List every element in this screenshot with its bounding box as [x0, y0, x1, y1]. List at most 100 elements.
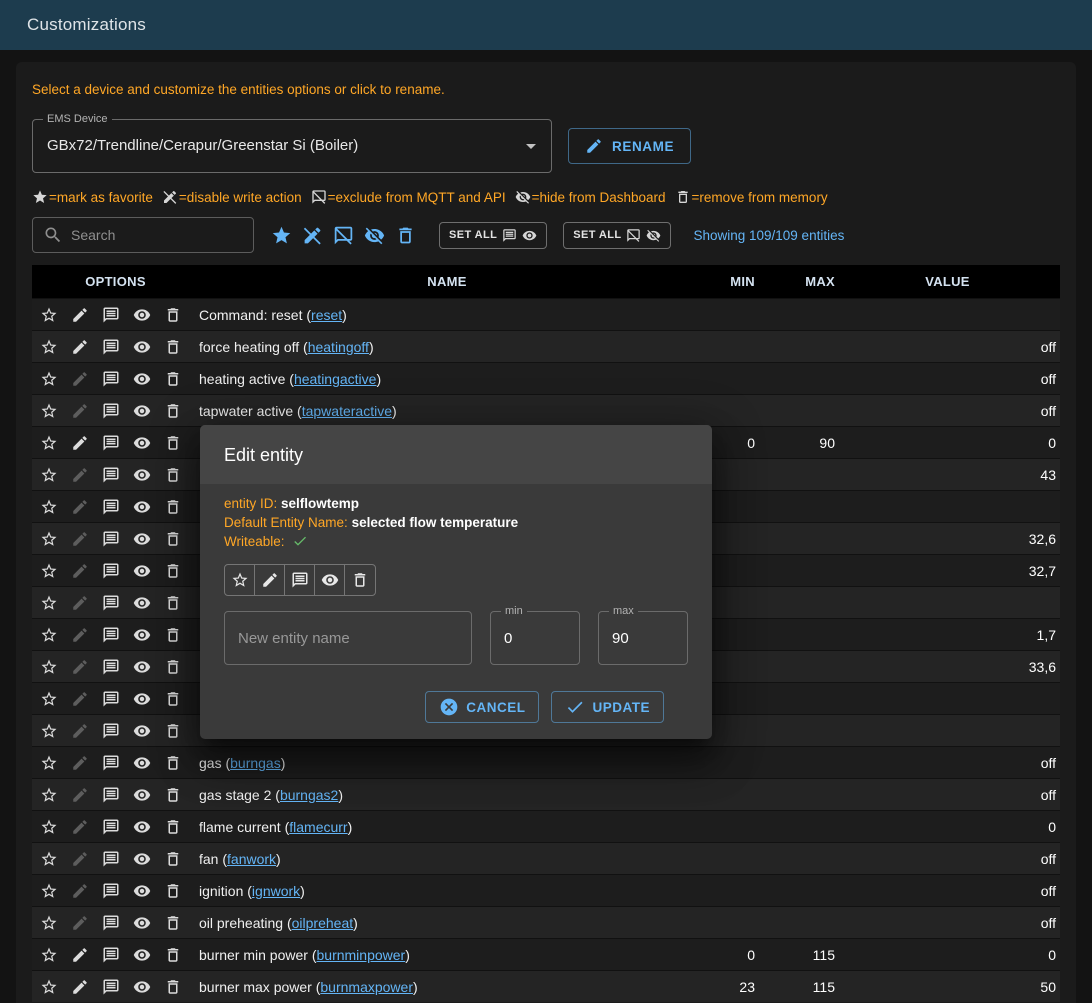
visibility-eye-icon[interactable]: [133, 402, 151, 420]
table-row[interactable]: force heating off (heatingoff) off: [32, 330, 1060, 362]
comment-icon[interactable]: [102, 978, 120, 996]
comment-icon[interactable]: [102, 690, 120, 708]
cancel-button[interactable]: CANCEL: [425, 691, 539, 723]
entity-shortname-link[interactable]: burngas2: [280, 787, 338, 803]
visibility-eye-icon[interactable]: [133, 306, 151, 324]
entity-shortname-link[interactable]: heatingactive: [294, 371, 377, 387]
delete-trash-icon[interactable]: [164, 306, 182, 324]
delete-trash-icon[interactable]: [164, 594, 182, 612]
delete-trash-icon[interactable]: [164, 370, 182, 388]
table-row[interactable]: tapwater active (tapwateractive) off: [32, 394, 1060, 426]
edit-pencil-icon[interactable]: [71, 562, 89, 580]
favorite-star-icon[interactable]: [40, 402, 58, 420]
delete-trash-icon[interactable]: [164, 658, 182, 676]
table-row[interactable]: gas stage 2 (burngas2) off: [32, 778, 1060, 810]
favorite-star-icon[interactable]: [40, 978, 58, 996]
visibility-eye-icon[interactable]: [133, 882, 151, 900]
visibility-eye-icon[interactable]: [133, 850, 151, 868]
edit-pencil-icon[interactable]: [71, 530, 89, 548]
comment-icon[interactable]: [102, 658, 120, 676]
comment-icon[interactable]: [102, 882, 120, 900]
entity-shortname-link[interactable]: heatingoff: [308, 339, 369, 355]
favorite-star-icon[interactable]: [40, 466, 58, 484]
delete-trash-icon[interactable]: [164, 818, 182, 836]
favorite-star-icon[interactable]: [40, 498, 58, 516]
delete-trash-icon[interactable]: [164, 786, 182, 804]
entity-shortname-link[interactable]: tapwateractive: [302, 403, 392, 419]
delete-trash-icon[interactable]: [164, 946, 182, 964]
visibility-eye-icon[interactable]: [133, 530, 151, 548]
delete-trash-icon[interactable]: [164, 498, 182, 516]
edit-pencil-icon[interactable]: [71, 370, 89, 388]
table-row[interactable]: flame current (flamecurr) 0: [32, 810, 1060, 842]
comment-icon[interactable]: [102, 754, 120, 772]
comment-icon[interactable]: [102, 818, 120, 836]
visibility-eye-icon[interactable]: [133, 754, 151, 772]
visibility-eye-icon[interactable]: [133, 626, 151, 644]
filter-eye-off-icon[interactable]: [359, 217, 390, 253]
rename-button[interactable]: RENAME: [568, 128, 691, 164]
favorite-star-icon[interactable]: [40, 690, 58, 708]
comment-icon[interactable]: [102, 850, 120, 868]
delete-trash-icon[interactable]: [164, 626, 182, 644]
favorite-star-icon[interactable]: [40, 338, 58, 356]
table-row[interactable]: oil preheating (oilpreheat) off: [32, 906, 1060, 938]
table-row[interactable]: fan (fanwork) off: [32, 842, 1060, 874]
toggle-delete-trash-icon[interactable]: [345, 565, 375, 595]
visibility-eye-icon[interactable]: [133, 914, 151, 932]
favorite-star-icon[interactable]: [40, 306, 58, 324]
entity-shortname-link[interactable]: burngas: [230, 755, 281, 771]
entity-shortname-link[interactable]: burnmaxpower: [320, 979, 413, 995]
favorite-star-icon[interactable]: [40, 914, 58, 932]
favorite-star-icon[interactable]: [40, 562, 58, 580]
delete-trash-icon[interactable]: [164, 978, 182, 996]
comment-icon[interactable]: [102, 722, 120, 740]
delete-trash-icon[interactable]: [164, 402, 182, 420]
edit-pencil-icon[interactable]: [71, 434, 89, 452]
favorite-star-icon[interactable]: [40, 658, 58, 676]
visibility-eye-icon[interactable]: [133, 786, 151, 804]
comment-icon[interactable]: [102, 434, 120, 452]
edit-pencil-icon[interactable]: [71, 786, 89, 804]
delete-trash-icon[interactable]: [164, 754, 182, 772]
comment-icon[interactable]: [102, 466, 120, 484]
visibility-eye-icon[interactable]: [133, 338, 151, 356]
delete-trash-icon[interactable]: [164, 434, 182, 452]
comment-icon[interactable]: [102, 594, 120, 612]
table-row[interactable]: burner max power (burnmaxpower) 23 115 5…: [32, 970, 1060, 1002]
table-row[interactable]: Command: reset (reset): [32, 298, 1060, 330]
update-button[interactable]: UPDATE: [551, 691, 664, 723]
favorite-star-icon[interactable]: [40, 818, 58, 836]
visibility-eye-icon[interactable]: [133, 594, 151, 612]
new-entity-name-input[interactable]: [225, 612, 471, 664]
delete-trash-icon[interactable]: [164, 850, 182, 868]
comment-icon[interactable]: [102, 402, 120, 420]
edit-pencil-icon[interactable]: [71, 402, 89, 420]
comment-icon[interactable]: [102, 338, 120, 356]
favorite-star-icon[interactable]: [40, 882, 58, 900]
edit-pencil-icon[interactable]: [71, 498, 89, 516]
favorite-star-icon[interactable]: [40, 722, 58, 740]
entity-shortname-link[interactable]: oilpreheat: [292, 915, 354, 931]
entity-shortname-link[interactable]: reset: [311, 307, 342, 323]
ems-device-select[interactable]: EMS Device GBx72/Trendline/Cerapur/Green…: [32, 119, 552, 173]
favorite-star-icon[interactable]: [40, 594, 58, 612]
edit-pencil-icon[interactable]: [71, 882, 89, 900]
filter-comment-off-icon[interactable]: [328, 217, 359, 253]
delete-trash-icon[interactable]: [164, 466, 182, 484]
visibility-eye-icon[interactable]: [133, 690, 151, 708]
favorite-star-icon[interactable]: [40, 434, 58, 452]
entity-shortname-link[interactable]: flamecurr: [289, 819, 347, 835]
delete-trash-icon[interactable]: [164, 530, 182, 548]
edit-pencil-icon[interactable]: [71, 690, 89, 708]
visibility-eye-icon[interactable]: [133, 946, 151, 964]
edit-pencil-icon[interactable]: [71, 626, 89, 644]
table-row[interactable]: ignition (ignwork) off: [32, 874, 1060, 906]
comment-icon[interactable]: [102, 370, 120, 388]
edit-pencil-icon[interactable]: [71, 978, 89, 996]
edit-pencil-icon[interactable]: [71, 658, 89, 676]
toggle-edit-pencil-icon[interactable]: [255, 565, 285, 595]
visibility-eye-icon[interactable]: [133, 370, 151, 388]
toggle-favorite-star-icon[interactable]: [225, 565, 255, 595]
delete-trash-icon[interactable]: [164, 882, 182, 900]
